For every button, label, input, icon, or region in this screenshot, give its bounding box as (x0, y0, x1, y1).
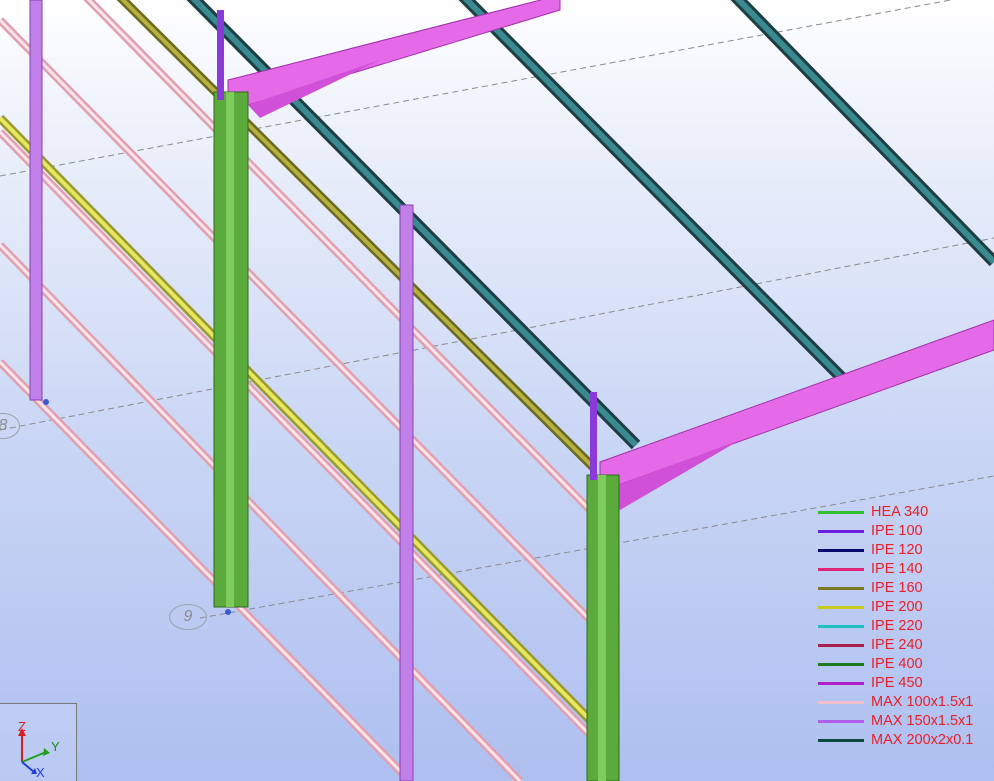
legend-item: IPE 400 (818, 655, 994, 674)
legend-item: IPE 240 (818, 636, 994, 655)
axis-label-z: Z (18, 719, 26, 734)
purlin-4 (0, 243, 522, 781)
legend-swatch (818, 739, 864, 742)
axis-label-y: Y (51, 739, 60, 754)
legend-item: IPE 140 (818, 560, 994, 579)
grid-label-9: 9 (169, 604, 207, 630)
legend-label: IPE 220 (871, 618, 923, 634)
wall-purlins (0, 0, 593, 781)
legend-swatch (818, 606, 864, 609)
legend-item: IPE 120 (818, 541, 994, 560)
legend-swatch (818, 549, 864, 552)
legend-swatch (818, 644, 864, 647)
brace-right (590, 392, 597, 480)
axis-label-x: X (36, 765, 45, 780)
purlin-3 (0, 130, 592, 737)
legend-swatch (818, 720, 864, 723)
legend-swatch (818, 701, 864, 704)
legend-item: IPE 200 (818, 598, 994, 617)
legend-swatch (818, 530, 864, 533)
legend-label: IPE 160 (871, 580, 923, 596)
legend-label: IPE 400 (871, 656, 923, 672)
legend-swatch (818, 568, 864, 571)
legend-label: HEA 340 (871, 504, 929, 520)
legend-label: IPE 240 (871, 637, 923, 653)
rafter-top (227, 0, 561, 118)
post-middle (399, 204, 414, 781)
legend-swatch (818, 625, 864, 628)
legend-label: MAX 200x2x0.1 (871, 732, 974, 748)
legend-item: MAX 200x2x0.1 (818, 731, 994, 750)
legend-swatch (818, 587, 864, 590)
3d-viewport[interactable]: 8 9 HEA 340IPE 100IPE 120IPE 140IPE 160I… (0, 0, 994, 781)
legend-label: IPE 120 (871, 542, 923, 558)
legend-item: IPE 160 (818, 579, 994, 598)
legend-label: IPE 450 (871, 675, 923, 691)
post-left (29, 0, 43, 401)
legend-item: IPE 220 (818, 617, 994, 636)
legend-label: MAX 100x1.5x1 (871, 694, 974, 710)
legend-item: HEA 340 (818, 503, 994, 522)
legend-item: MAX 100x1.5x1 (818, 693, 994, 712)
legend-item: MAX 150x1.5x1 (818, 712, 994, 731)
legend-swatch (818, 663, 864, 666)
legend-label: IPE 200 (871, 599, 923, 615)
axis-triad: Z Y X (0, 703, 77, 781)
legend-label: IPE 140 (871, 561, 923, 577)
legend-item: IPE 450 (818, 674, 994, 693)
section-legend: HEA 340 IPE 100 IPE 120 IPE 140 IPE 160 IPE 2… (818, 503, 994, 750)
legend-swatch (818, 682, 864, 685)
legend-label: IPE 100 (871, 523, 923, 539)
purlin-2 (0, 18, 592, 622)
legend-label: MAX 150x1.5x1 (871, 713, 974, 729)
brace-left (217, 10, 224, 100)
legend-swatch (818, 511, 864, 514)
legend-item: IPE 100 (818, 522, 994, 541)
rafter-bottom (599, 319, 994, 510)
